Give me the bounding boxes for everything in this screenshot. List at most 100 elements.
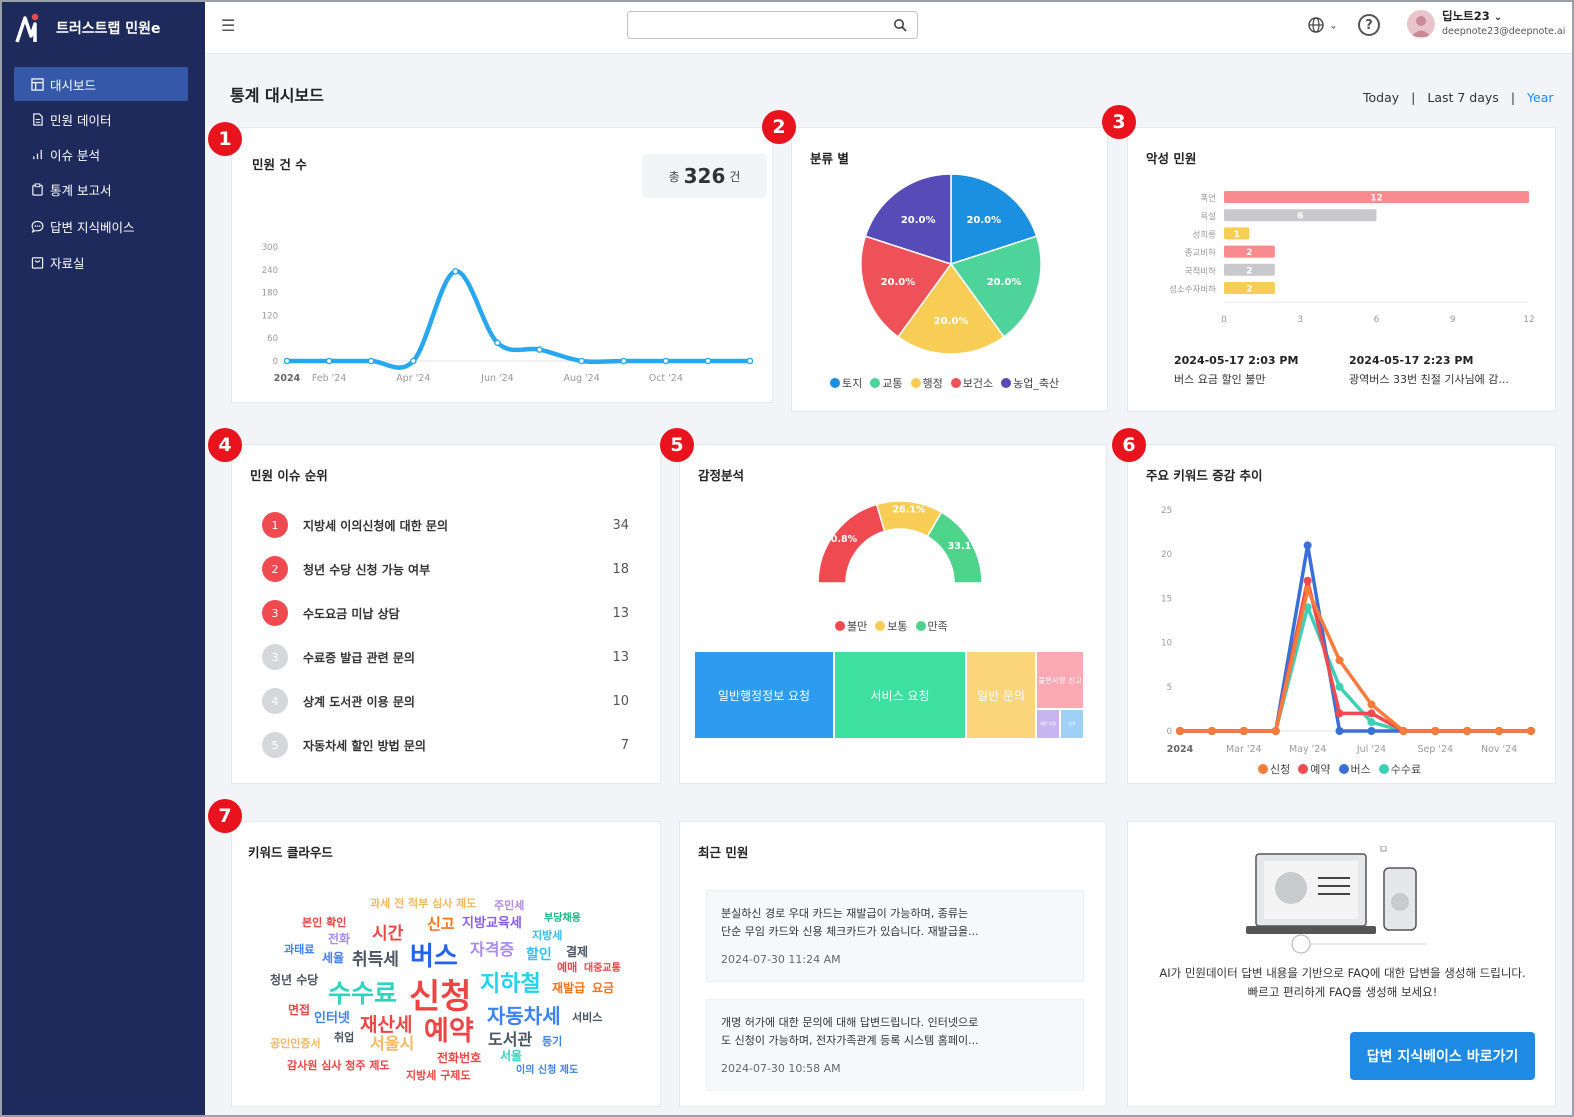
word-cloud-keyword[interactable]: 부당채용: [544, 914, 581, 924]
help-icon[interactable]: ?: [1358, 14, 1380, 36]
data-point[interactable]: [1303, 576, 1312, 585]
data-point[interactable]: [746, 357, 754, 365]
ranking-item[interactable]: 1 지방세 이의신청에 대한 문의 34: [262, 510, 632, 540]
word-cloud-keyword[interactable]: 취업: [334, 1032, 354, 1043]
word-cloud-keyword[interactable]: 대중교통: [584, 964, 621, 974]
data-point[interactable]: [1335, 727, 1344, 735]
sidebar-item-knowledge-base[interactable]: 답변 지식베이스: [14, 209, 188, 243]
legend-item[interactable]: 신청: [1258, 761, 1290, 777]
search-icon[interactable]: [893, 18, 907, 32]
data-point[interactable]: [578, 357, 585, 365]
legend-item[interactable]: 버스: [1338, 761, 1371, 777]
word-cloud-keyword[interactable]: 서울시: [370, 1036, 414, 1052]
word-cloud-keyword[interactable]: 버스: [410, 944, 458, 970]
sidebar-item-issue-analysis[interactable]: 이슈 분석: [14, 137, 188, 171]
data-point[interactable]: [1463, 727, 1472, 735]
ranking-item[interactable]: 2 청년 수당 신청 가능 여부 18: [262, 554, 632, 584]
recent-item[interactable]: 분실하신 경로 우대 카드는 재발급이 가능하며, 종류는 단순 무임 카드와 …: [706, 890, 1084, 982]
word-cloud-keyword[interactable]: 면접: [288, 1004, 310, 1016]
word-cloud-keyword[interactable]: 재발급: [552, 982, 585, 994]
data-point[interactable]: [1399, 727, 1408, 735]
word-cloud-keyword[interactable]: 공인인증서: [270, 1038, 321, 1049]
word-cloud-keyword[interactable]: 이의 신청 제도: [516, 1066, 578, 1076]
sidebar-item-complaint-data[interactable]: 민원 데이터: [14, 102, 188, 136]
hamburger-menu-icon[interactable]: ☰: [221, 16, 235, 35]
data-point[interactable]: [494, 339, 501, 347]
word-cloud-keyword[interactable]: 과태료: [284, 944, 314, 955]
word-cloud-keyword[interactable]: 전화번호: [437, 1052, 481, 1064]
sidebar-item-dashboard[interactable]: 대시보드: [14, 67, 188, 101]
word-cloud-keyword[interactable]: 청년 수당: [270, 974, 318, 986]
data-point[interactable]: [1176, 727, 1184, 735]
range-last-7-days[interactable]: Last 7 days: [1427, 90, 1498, 105]
data-point[interactable]: [325, 357, 333, 365]
word-cloud-keyword[interactable]: 수수료: [328, 981, 397, 1006]
word-cloud-keyword[interactable]: 신청: [409, 980, 472, 1014]
word-cloud-keyword[interactable]: 과세 전 적부 심사 제도: [370, 898, 476, 909]
word-cloud-keyword[interactable]: 지방교육세: [462, 917, 522, 930]
ranking-item[interactable]: 3 수료증 발급 관련 문의 13: [262, 642, 632, 672]
data-point[interactable]: [409, 357, 417, 365]
data-point[interactable]: [1431, 727, 1440, 735]
sidebar-item-archive[interactable]: 자료실: [14, 245, 188, 279]
avatar[interactable]: [1407, 10, 1435, 38]
range-year[interactable]: Year: [1527, 90, 1553, 105]
word-cloud-keyword[interactable]: 지하철: [480, 974, 541, 996]
word-cloud-keyword[interactable]: 세율: [322, 952, 344, 964]
language-selector[interactable]: ⌄: [1307, 16, 1338, 34]
word-cloud-keyword[interactable]: 지방세 구제도: [406, 1070, 471, 1081]
data-point[interactable]: [1495, 727, 1504, 735]
data-point[interactable]: [1367, 700, 1376, 709]
data-point[interactable]: [367, 357, 375, 365]
malicious-text-2[interactable]: 광역버스 33번 친절 기사님에 감...: [1349, 371, 1509, 387]
ranking-item[interactable]: 3 수도요금 미납 상담 13: [262, 598, 632, 628]
legend-item[interactable]: 농업_축산: [1001, 375, 1059, 391]
ranking-item[interactable]: 5 자동차세 할인 방법 문의 7: [262, 730, 632, 760]
treemap-cell[interactable]: 제안 요청: [1037, 710, 1059, 738]
data-point[interactable]: [1367, 727, 1376, 735]
word-cloud-keyword[interactable]: 지방세: [532, 930, 562, 941]
word-cloud-keyword[interactable]: 등기: [542, 1036, 562, 1047]
treemap-cell[interactable]: 일반행정정보 요청: [695, 652, 833, 738]
data-point[interactable]: [536, 346, 543, 353]
word-cloud-keyword[interactable]: 도서관: [488, 1032, 532, 1048]
word-cloud-keyword[interactable]: 신고: [427, 917, 455, 932]
data-point[interactable]: [704, 357, 712, 365]
data-point[interactable]: [1271, 727, 1280, 735]
ranking-item[interactable]: 4 상계 도서관 이용 문의 10: [262, 686, 632, 716]
data-point[interactable]: [1527, 727, 1535, 735]
word-cloud-keyword[interactable]: 서울: [500, 1050, 522, 1062]
treemap-cell[interactable]: 칭찬: [1061, 710, 1083, 738]
word-cloud-keyword[interactable]: 본인 확인: [302, 917, 346, 928]
legend-item[interactable]: 토지: [830, 375, 862, 391]
legend-item[interactable]: 예약: [1298, 761, 1331, 777]
legend-item[interactable]: 행정: [910, 375, 943, 391]
legend-item[interactable]: 만족: [915, 618, 948, 634]
search-input[interactable]: [627, 11, 918, 39]
malicious-text-1[interactable]: 버스 요금 할인 불만: [1174, 371, 1265, 387]
word-cloud-keyword[interactable]: 예매: [557, 962, 577, 973]
legend-item[interactable]: 수수료: [1378, 761, 1421, 777]
data-point[interactable]: [452, 268, 459, 275]
user-menu[interactable]: 딥노트23 ⌄: [1442, 8, 1502, 24]
word-cloud-keyword[interactable]: 할인: [526, 948, 552, 962]
word-cloud-keyword[interactable]: 시간: [372, 926, 403, 943]
word-cloud-keyword[interactable]: 재산세: [360, 1016, 412, 1035]
word-cloud-keyword[interactable]: 전화: [328, 933, 350, 945]
legend-item[interactable]: 교통: [870, 375, 903, 391]
recent-item[interactable]: 개명 허가에 대한 문의에 대해 답변드립니다. 인터넷으로 도 신청이 가능하…: [706, 999, 1084, 1091]
word-cloud-keyword[interactable]: 요금: [592, 982, 614, 994]
word-cloud-keyword[interactable]: 주민세: [494, 900, 524, 911]
data-point[interactable]: [283, 357, 291, 365]
data-point[interactable]: [1335, 709, 1344, 718]
treemap-cell[interactable]: 서비스 요청: [835, 652, 965, 738]
legend-item[interactable]: 보통: [875, 618, 908, 634]
knowledge-base-button[interactable]: 답변 지식베이스 바로가기: [1350, 1032, 1535, 1080]
app-logo[interactable]: 트러스트랩 민원e: [14, 10, 161, 46]
word-cloud-keyword[interactable]: 감사원 심사 청주 제도: [287, 1060, 390, 1071]
data-point[interactable]: [1335, 656, 1344, 665]
data-point[interactable]: [1303, 541, 1312, 550]
word-cloud-keyword[interactable]: 자격증: [470, 942, 514, 958]
treemap-cell[interactable]: 일반 문의: [967, 652, 1035, 738]
treemap-cell[interactable]: 불편사항 신고: [1037, 652, 1083, 708]
